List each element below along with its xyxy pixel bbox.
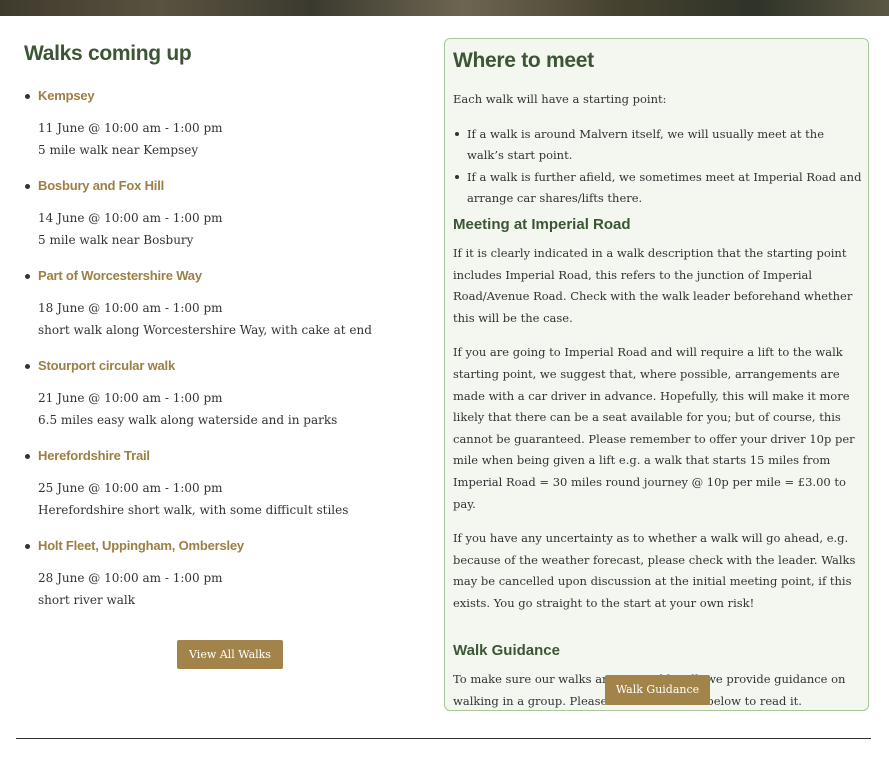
list-item: Part of Worcestershire Way 18 June @ 10:… [24,268,414,341]
walk-description: Herefordshire short walk, with some diff… [38,503,349,517]
hero-image-strip [0,0,889,16]
bullet-icon [455,131,459,136]
walk-title-link[interactable]: Part of Worcestershire Way [38,268,414,283]
bullet-icon [25,364,30,369]
meet-option-text: If a walk is further afield, we sometime… [467,169,862,206]
view-all-walks-button[interactable]: View All Walks [177,640,283,669]
walk-description: short river walk [38,593,136,607]
list-item: Holt Fleet, Uppingham, Ombersley 28 June… [24,538,414,611]
walk-description: 5 mile walk near Bosbury [38,233,194,247]
walk-description: 6.5 miles easy walk along waterside and … [38,413,338,427]
walk-title-link[interactable]: Kempsey [38,88,414,103]
walk-guidance-heading: Walk Guidance [453,642,560,660]
bullet-icon [25,454,30,459]
bullet-icon [25,274,30,279]
bullet-icon [25,94,30,99]
walk-title-link[interactable]: Holt Fleet, Uppingham, Ombersley [38,538,414,553]
walk-description: 5 mile walk near Kempsey [38,143,199,157]
walk-title-link[interactable]: Bosbury and Fox Hill [38,178,414,193]
walk-title-link[interactable]: Herefordshire Trail [38,448,414,463]
walk-datetime: 14 June @ 10:00 am - 1:00 pm [38,211,223,225]
where-to-meet-title: Where to meet [453,49,594,72]
list-item: Herefordshire Trail 25 June @ 10:00 am -… [24,448,414,521]
walks-list: Kempsey 11 June @ 10:00 am - 1:00 pm 5 m… [24,88,414,611]
footer-divider [16,738,871,739]
walk-description: short walk along Worcestershire Way, wit… [38,323,372,337]
meet-options-list: If a walk is around Malvern itself, we w… [453,124,863,210]
walk-title-link[interactable]: Stourport circular walk [38,358,414,373]
bullet-icon [25,544,30,549]
walk-datetime: 18 June @ 10:00 am - 1:00 pm [38,301,223,315]
imperial-road-heading: Meeting at Imperial Road [453,215,631,233]
walks-section-title: Walks coming up [24,42,192,65]
list-item: Bosbury and Fox Hill 14 June @ 10:00 am … [24,178,414,251]
walk-datetime: 25 June @ 10:00 am - 1:00 pm [38,481,223,495]
list-item: If a walk is further afield, we sometime… [453,167,863,210]
imperial-road-paragraph: If it is clearly indicated in a walk des… [453,245,853,325]
walk-datetime: 21 June @ 10:00 am - 1:00 pm [38,391,223,405]
walk-datetime: 28 June @ 10:00 am - 1:00 pm [38,571,223,585]
bullet-icon [455,174,459,179]
list-item: Kempsey 11 June @ 10:00 am - 1:00 pm 5 m… [24,88,414,161]
walk-guidance-button[interactable]: Walk Guidance [605,675,710,705]
bullet-icon [25,184,30,189]
list-item: If a walk is around Malvern itself, we w… [453,124,863,167]
meet-option-text: If a walk is around Malvern itself, we w… [467,126,824,163]
meet-intro-text: Each walk will have a starting point: [453,92,667,106]
imperial-road-lift-paragraph: If you are going to Imperial Road and wi… [453,345,855,511]
walk-datetime: 11 June @ 10:00 am - 1:00 pm [38,121,223,135]
where-to-meet-panel: Where to meet Each walk will have a star… [444,38,869,711]
walks-coming-up-section: Walks coming up Kempsey 11 June @ 10:00 … [24,42,414,628]
list-item: Stourport circular walk 21 June @ 10:00 … [24,358,414,431]
uncertainty-paragraph: If you have any uncertainty as to whethe… [453,531,856,610]
